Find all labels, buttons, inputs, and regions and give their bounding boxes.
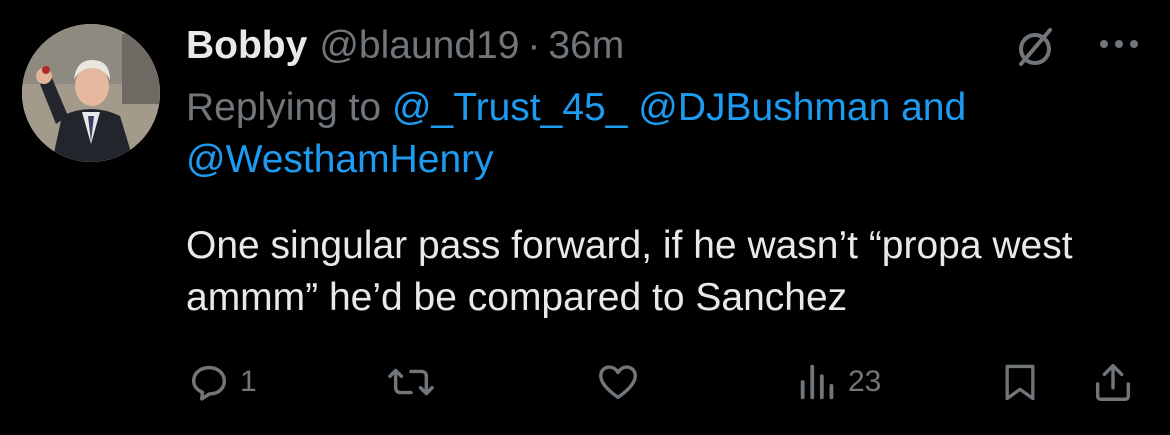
- replying-to-label: Replying to: [186, 86, 382, 129]
- tweet-text: One singular pass forward, if he wasn’t …: [186, 224, 1073, 319]
- replying-to: Replying to @_Trust_45_ @DJBushman and @…: [186, 82, 1086, 186]
- bookmark-icon: [1005, 364, 1035, 401]
- retweet-icon: [388, 368, 434, 396]
- heart-icon: [599, 365, 637, 400]
- mention-link[interactable]: @DJBushman: [638, 86, 890, 129]
- share-icon: [1095, 363, 1131, 401]
- grok-icon[interactable]: [1012, 24, 1058, 70]
- mention-link[interactable]: @WesthamHenry: [186, 138, 494, 181]
- tweet[interactable]: Bobby @blaund19 · 36m Replying to @_Trus…: [0, 0, 1170, 435]
- views-count: 23: [848, 365, 882, 398]
- avatar[interactable]: [22, 24, 160, 162]
- bookmark-button[interactable]: [998, 352, 1042, 412]
- retweet-button[interactable]: [386, 352, 444, 412]
- share-button[interactable]: [1090, 352, 1136, 412]
- more-dots-icon[interactable]: [1096, 30, 1142, 58]
- display-name[interactable]: Bobby: [186, 24, 307, 68]
- views-button[interactable]: 23: [796, 352, 881, 412]
- views-bar-chart-icon: [800, 364, 834, 400]
- mention-link[interactable]: @_Trust_45_: [392, 86, 627, 129]
- like-button[interactable]: [594, 352, 650, 412]
- reply-count: 1: [240, 365, 257, 398]
- avatar-photo: [22, 24, 160, 162]
- and-others-link[interactable]: and: [901, 86, 966, 129]
- separator-dot: ·: [527, 24, 541, 67]
- action-bar: 1 23: [0, 352, 1170, 412]
- user-handle[interactable]: @blaund19: [319, 24, 519, 68]
- tweet-header: Bobby @blaund19 · 36m: [186, 18, 624, 74]
- timestamp[interactable]: 36m: [548, 24, 624, 68]
- reply-button[interactable]: 1: [186, 352, 257, 412]
- reply-bubble-icon: [191, 365, 227, 401]
